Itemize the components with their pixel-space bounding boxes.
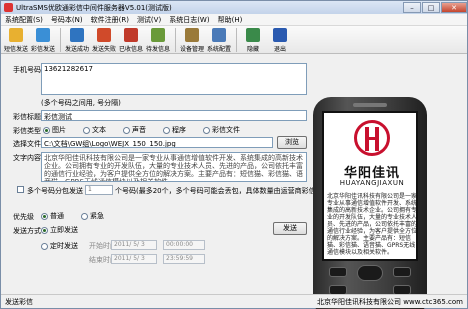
mms-type-image-radio[interactable]: 图片 <box>43 125 66 135</box>
phone-speaker <box>353 103 387 107</box>
menu-test[interactable]: 测试(V) <box>133 15 165 25</box>
window-title: UltraSMS优欧通彩信中间件服务器V5.01(测试版) <box>16 3 172 12</box>
sms-send-icon <box>9 28 23 42</box>
send-now-radio[interactable]: 立即发送 <box>41 225 78 235</box>
mms-type-sound-radio[interactable]: 声音 <box>123 125 146 135</box>
mms-type-label: 彩信类型 <box>13 127 41 135</box>
toolbar-separator <box>236 28 237 52</box>
exit-icon <box>273 28 287 42</box>
status-company: 北京华阳佳讯科技有限公司 www.ctc365.com <box>317 297 463 306</box>
device-manage-icon <box>185 28 199 42</box>
maximize-button[interactable]: □ <box>422 1 440 13</box>
text-content-label: 文字内容 <box>13 154 41 162</box>
priority-urgent-radio[interactable]: 紧急 <box>81 211 104 221</box>
hide-icon <box>246 28 260 42</box>
split-send-checkbox[interactable] <box>17 186 24 193</box>
toolbar-hide-button[interactable]: 隐藏 <box>240 26 266 53</box>
menu-system-config[interactable]: 系统配置(S) <box>1 15 47 25</box>
toolbar-outbox-button[interactable]: 待发信息 <box>145 26 171 53</box>
menu-phonebook[interactable]: 号码本(N) <box>47 15 87 25</box>
mms-title-label: 彩信标题 <box>13 113 41 121</box>
status-text: 发送彩信 <box>5 297 33 306</box>
menu-bar: 系统配置(S) 号码本(N) 软件注册(R) 测试(V) 系统日志(W) 帮助(… <box>1 14 467 26</box>
toolbar-send-success-button[interactable]: 发送成功 <box>64 26 90 53</box>
send-button[interactable]: 发送 <box>273 222 307 235</box>
app-window: UltraSMS优欧通彩信中间件服务器V5.01(测试版) – □ ✕ 系统配置… <box>0 0 468 309</box>
send-mode-label: 发送方式 <box>13 227 41 235</box>
outbox-icon <box>151 28 165 42</box>
title-bar: UltraSMS优欧通彩信中间件服务器V5.01(测试版) – □ ✕ <box>1 1 467 14</box>
mms-title-input[interactable]: 彩信测试 <box>41 110 307 121</box>
split-count-spinner[interactable]: 1 <box>85 185 113 195</box>
system-config-icon <box>212 28 226 42</box>
toolbar-sms-send-button[interactable]: 短信发送 <box>3 26 29 53</box>
split-send-hint: 个号码(最多20个，多个号码可能会丢包，具体数量由运营商彩信网关决定) <box>115 187 347 195</box>
browse-button[interactable]: 浏览 <box>277 136 307 149</box>
mms-send-icon <box>36 28 50 42</box>
file-path-input[interactable]: C:\文档\GW组\Logo\WEJX_150_150.jpg <box>41 137 273 148</box>
phone-number-input[interactable]: 13621282617 <box>41 63 307 95</box>
menu-system-log[interactable]: 系统日志(W) <box>165 15 213 25</box>
phone-preview: 华阳佳讯 HUAYANGJIAXUN 北京华阳佳讯科技有限公司是一家专业从事通信… <box>313 97 427 309</box>
preview-text: 北京华阳佳讯科技有限公司是一家专业从事通信增值软件开发、系统集成的高新技术企业。… <box>327 193 418 256</box>
toolbar-device-manage-button[interactable]: 设备管理 <box>179 26 205 53</box>
toolbar-separator <box>60 28 61 52</box>
inbox-icon <box>124 28 138 42</box>
status-bar: 发送彩信 北京华阳佳讯科技有限公司 www.ctc365.com <box>1 294 467 308</box>
close-button[interactable]: ✕ <box>441 1 467 13</box>
send-success-icon <box>70 28 84 42</box>
end-date-picker[interactable]: 2011/ 5/ 3 <box>111 254 157 264</box>
toolbar: 短信发送 彩信发送 发送成功 发送失败 已收信息 待发信息 设备管理 系统配置 … <box>1 26 467 54</box>
minimize-button[interactable]: – <box>403 1 421 13</box>
start-time-picker[interactable]: 00:00:00 <box>163 240 205 250</box>
send-fail-icon <box>97 28 111 42</box>
phone-number-label: 手机号码 <box>13 66 41 74</box>
end-time-picker[interactable]: 23:59:59 <box>163 254 205 264</box>
toolbar-inbox-button[interactable]: 已收信息 <box>118 26 144 53</box>
priority-normal-radio[interactable]: 普通 <box>41 211 64 221</box>
toolbar-send-fail-button[interactable]: 发送失败 <box>91 26 117 53</box>
split-send-label: 多个号码分包发送 <box>27 187 83 195</box>
scheduled-send-radio[interactable]: 定时发送 <box>41 241 78 251</box>
menu-help[interactable]: 帮助(H) <box>214 15 247 25</box>
main-content: 手机号码 13621282617 (多个号码之间用, 号分隔) 彩信标题 彩信测… <box>1 55 467 309</box>
app-icon <box>4 3 13 12</box>
text-content-input[interactable]: 北京华阳佳讯科技有限公司是一家专业从事通信增值软件开发、系统集成的高新技术企业。… <box>41 152 307 182</box>
mms-type-mmsfile-radio[interactable]: 彩信文件 <box>203 125 240 135</box>
brand-logo <box>354 120 390 156</box>
toolbar-mms-send-button[interactable]: 彩信发送 <box>30 26 56 53</box>
priority-label: 优先级 <box>13 213 34 221</box>
start-date-picker[interactable]: 2011/ 5/ 3 <box>111 240 157 250</box>
mms-type-text-radio[interactable]: 文本 <box>83 125 106 135</box>
brand-name-en: HUAYANGJIAXUN <box>339 179 405 187</box>
phone-number-hint: (多个号码之间用, 号分隔) <box>41 99 121 107</box>
toolbar-separator <box>175 28 176 52</box>
toolbar-system-config-button[interactable]: 系统配置 <box>206 26 232 53</box>
file-label: 选择文件 <box>13 140 41 148</box>
phone-screen: 华阳佳讯 HUAYANGJIAXUN 北京华阳佳讯科技有限公司是一家专业从事通信… <box>322 111 418 261</box>
toolbar-exit-button[interactable]: 退出 <box>267 26 293 53</box>
mms-type-program-radio[interactable]: 程序 <box>163 125 186 135</box>
menu-register[interactable]: 软件注册(R) <box>87 15 133 25</box>
